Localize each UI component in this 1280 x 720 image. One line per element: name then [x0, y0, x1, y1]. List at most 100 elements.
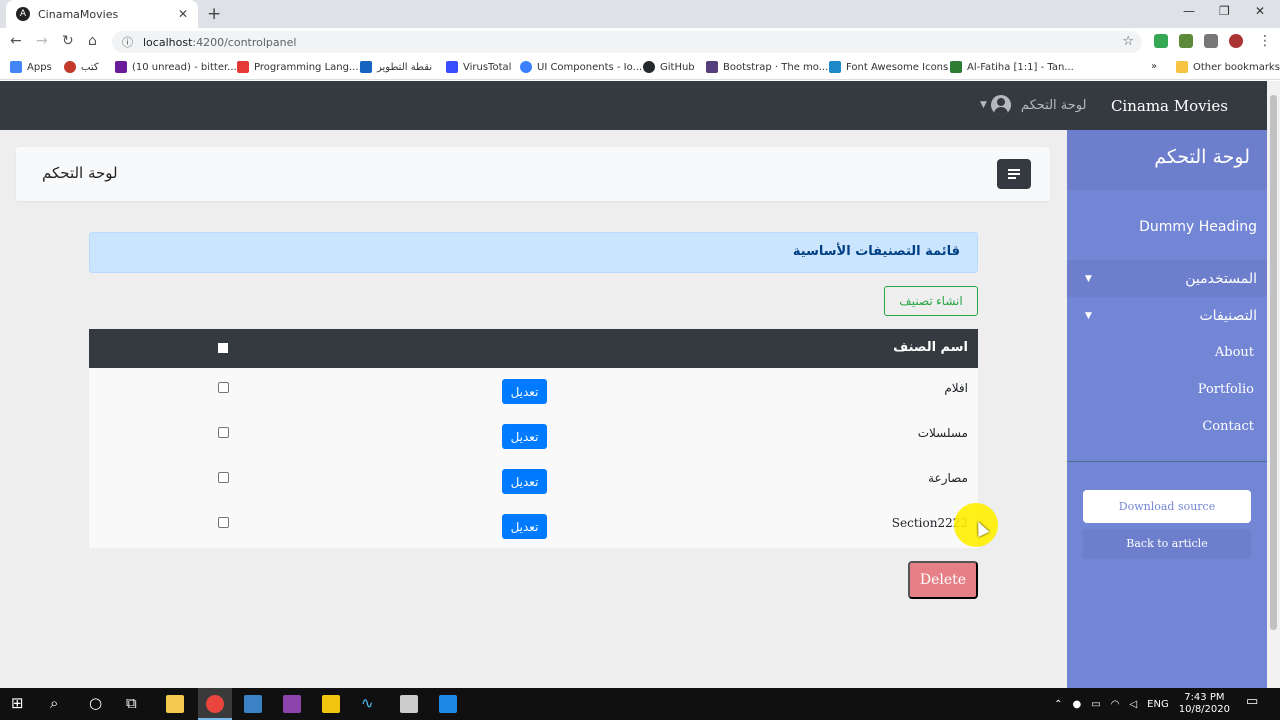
notifications-icon[interactable]: ▭ [1246, 694, 1258, 709]
page-scrollbar[interactable] [1267, 81, 1280, 688]
site-info-icon[interactable]: ⓘ [122, 34, 133, 50]
table-header: اسم الصنف [89, 329, 978, 368]
sidebar: لوحة التحكم Dummy Heading ▼ المستخدمين ▼… [1067, 130, 1267, 688]
sidebar-link-contact[interactable]: Contact [1067, 408, 1267, 445]
edit-button[interactable]: تعديل [502, 424, 547, 449]
home-icon[interactable]: ⌂ [88, 33, 97, 49]
bookmark-icon [237, 61, 249, 73]
search-icon[interactable]: ⌕ [50, 694, 58, 712]
address-bar[interactable]: ⓘ localhost :4200/controlpanel ☆ [112, 31, 1142, 53]
app-icon[interactable] [400, 695, 418, 713]
visual-studio-icon[interactable] [283, 695, 301, 713]
bookmarks-overflow-icon[interactable]: » [1151, 61, 1157, 72]
file-explorer-icon[interactable] [166, 695, 184, 713]
bookmark-item[interactable]: نقطة التطوير [360, 61, 432, 73]
url-path: :4200/controlpanel [192, 35, 297, 49]
microphone-icon[interactable]: ● [1073, 699, 1082, 710]
bookmark-item[interactable]: VirusTotal [446, 61, 511, 73]
language-indicator[interactable]: ENG [1147, 699, 1169, 710]
activity-icon[interactable]: ∿ [361, 694, 374, 712]
vscode-icon[interactable] [439, 695, 457, 713]
edit-button[interactable]: تعديل [502, 379, 547, 404]
sidebar-toggle-button[interactable] [997, 159, 1031, 189]
sidebar-link-portfolio[interactable]: Portfolio [1067, 371, 1267, 408]
browser-tab[interactable]: A CinamaMovies ✕ [6, 0, 198, 28]
app-icon[interactable] [322, 695, 340, 713]
cortana-icon[interactable]: ○ [89, 694, 102, 712]
restore-icon[interactable]: ❐ [1219, 4, 1230, 18]
bookmark-star-icon[interactable]: ☆ [1122, 34, 1134, 49]
bookmark-item[interactable]: UI Components - Io... [520, 61, 642, 73]
clock[interactable]: 7:43 PM 10/8/2020 [1179, 692, 1230, 716]
extension-shield-icon[interactable] [1154, 34, 1168, 48]
row-checkbox[interactable] [218, 517, 229, 528]
row-checkbox[interactable] [218, 472, 229, 483]
forward-icon[interactable]: → [36, 33, 48, 49]
bootstrap-icon [706, 61, 718, 73]
select-all-checkbox[interactable] [218, 343, 228, 353]
ionic-icon [520, 61, 532, 73]
delete-button[interactable]: Delete [908, 561, 978, 599]
user-circle-icon [990, 95, 1011, 115]
bookmark-item[interactable]: Font Awesome Icons [829, 61, 948, 73]
profile-avatar-icon[interactable] [1229, 34, 1243, 48]
puzzle-icon[interactable] [1204, 34, 1218, 48]
extension-icon[interactable] [1179, 34, 1193, 48]
bookmark-item[interactable]: Al-Fatiha [1:1] - Tan... [950, 61, 1074, 73]
task-view-icon[interactable]: ⧉ [126, 694, 137, 712]
bookmark-icon [360, 61, 372, 73]
category-name: افلام [944, 381, 968, 395]
bookmark-item[interactable]: Bootstrap · The mo... [706, 61, 828, 73]
bookmark-item[interactable]: Programming Lang... [237, 61, 359, 73]
row-checkbox[interactable] [218, 427, 229, 438]
download-source-button[interactable]: Download source [1083, 490, 1251, 523]
reload-icon[interactable]: ↻ [62, 33, 74, 49]
close-window-icon[interactable]: ✕ [1255, 4, 1265, 18]
mail-icon[interactable] [244, 695, 262, 713]
user-dropdown[interactable]: ▼ لوحة التحكم [980, 95, 1086, 115]
row-checkbox[interactable] [218, 382, 229, 393]
clock-date: 10/8/2020 [1178, 704, 1230, 715]
bookmark-item[interactable]: Apps [10, 61, 52, 73]
create-category-button[interactable]: انشاء تصنيف [884, 286, 978, 316]
system-tray: ⌃ ● ▭ ◠ ◁ ENG 7:43 PM 10/8/2020 [1054, 692, 1230, 716]
tab-title: CinamaMovies [38, 7, 119, 21]
other-bookmarks[interactable]: Other bookmarks [1176, 61, 1280, 73]
page-title: لوحة التحكم [42, 164, 118, 182]
caret-down-icon: ▼ [980, 100, 987, 110]
volume-icon[interactable]: ◁ [1129, 699, 1137, 710]
table-row: Section2222 تعديل [89, 503, 978, 548]
edit-button[interactable]: تعديل [502, 514, 547, 539]
back-to-article-button[interactable]: Back to article [1083, 529, 1251, 559]
brand-logo[interactable]: Cinama Movies [1111, 97, 1228, 115]
header-card: لوحة التحكم [16, 147, 1050, 201]
sidebar-divider [1067, 461, 1267, 462]
chevron-up-icon[interactable]: ⌃ [1054, 699, 1062, 710]
bookmark-item[interactable]: كتب [64, 61, 99, 73]
menu-dots-icon[interactable]: ⋮ [1258, 33, 1272, 49]
new-tab-icon[interactable]: + [207, 4, 221, 24]
wifi-icon[interactable]: ◠ [1111, 699, 1120, 710]
bookmark-item[interactable]: (10 unread) - bitter... [115, 61, 237, 73]
scrollbar-thumb[interactable] [1270, 95, 1277, 630]
flag-icon [829, 61, 841, 73]
categories-table: اسم الصنف افلام تعديل مسلسلات تعديل مصار… [89, 329, 978, 548]
sidebar-item-users[interactable]: ▼ المستخدمين [1067, 260, 1267, 297]
sidebar-link-about[interactable]: About [1067, 334, 1267, 371]
back-icon[interactable]: ← [10, 33, 22, 49]
sidebar-dummy-heading: Dummy Heading [1139, 219, 1257, 235]
user-link-label: لوحة التحكم [1020, 97, 1087, 113]
power-icon[interactable]: ▭ [1091, 699, 1100, 710]
table-row: مسلسلات تعديل [89, 413, 978, 458]
bookmark-icon [64, 61, 76, 73]
minimize-icon[interactable]: — [1183, 4, 1195, 18]
chrome-taskbar-button[interactable] [198, 688, 232, 720]
table-row: افلام تعديل [89, 368, 978, 413]
dropdown-caret-icon: ▼ [1085, 310, 1092, 321]
bookmark-item[interactable]: GitHub [643, 61, 695, 73]
windows-start-icon[interactable]: ⊞ [11, 694, 24, 712]
sidebar-item-categories[interactable]: ▼ التصنيفات [1067, 297, 1267, 334]
sidebar-header: لوحة التحكم [1067, 130, 1267, 190]
edit-button[interactable]: تعديل [502, 469, 547, 494]
close-tab-icon[interactable]: ✕ [178, 7, 188, 21]
